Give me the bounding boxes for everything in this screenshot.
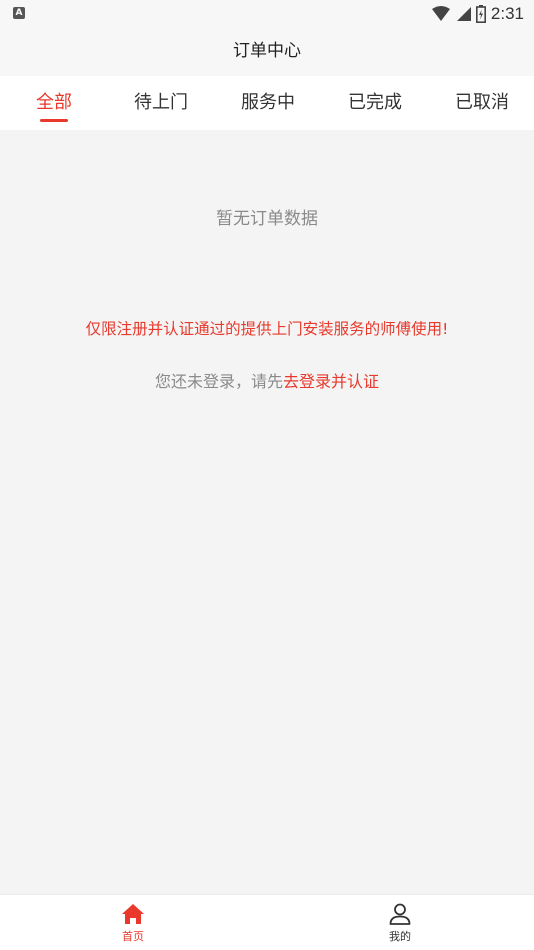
home-icon: [122, 904, 144, 924]
notification-indicator: A: [13, 7, 25, 19]
status-time: 2:31: [490, 4, 524, 23]
tab-completed[interactable]: 已完成: [348, 76, 402, 130]
bottom-nav: 首页 我的: [0, 894, 534, 950]
order-tabs: 全部 待上门 服务中 已完成 已取消: [0, 76, 534, 130]
status-icons: 2:31: [431, 3, 524, 25]
tab-cancelled[interactable]: 已取消: [455, 76, 509, 130]
login-prompt-text: 您还未登录，请先: [154, 372, 283, 391]
page-header: 订单中心: [0, 28, 534, 76]
status-bar: A 2:31: [0, 0, 534, 28]
wifi-icon: [431, 6, 450, 21]
tab-pending-visit[interactable]: 待上门: [134, 76, 188, 130]
nav-item-home[interactable]: 首页: [93, 901, 173, 944]
login-link[interactable]: 去登录并认证: [283, 372, 379, 391]
login-prompt-line: 您还未登录，请先去登录并认证: [0, 368, 534, 392]
usage-notice: 仅限注册并认证通过的提供上门安装服务的师傅使用!: [85, 320, 449, 338]
tab-label: 已取消: [455, 92, 509, 113]
tab-all[interactable]: 全部: [36, 76, 72, 130]
tab-label: 待上门: [134, 92, 188, 113]
nav-label-profile: 我的: [389, 930, 411, 943]
tab-label: 全部: [36, 92, 72, 113]
user-icon: [389, 903, 411, 925]
app-screen: A 2:31 订单中心 全部 待上门 服务中 已完成 已取消 暂无订单数据 仅限…: [0, 0, 534, 950]
nav-label-home: 首页: [122, 930, 144, 943]
battery-icon: [475, 5, 486, 23]
tab-in-service[interactable]: 服务中: [241, 76, 295, 130]
active-tab-indicator: [40, 119, 68, 122]
signal-icon: [456, 7, 471, 21]
empty-state-text: 暂无订单数据: [216, 209, 318, 229]
nav-item-profile[interactable]: 我的: [360, 901, 440, 944]
tab-label: 服务中: [241, 92, 295, 113]
page-title: 订单中心: [233, 41, 301, 61]
tab-label: 已完成: [348, 92, 402, 113]
